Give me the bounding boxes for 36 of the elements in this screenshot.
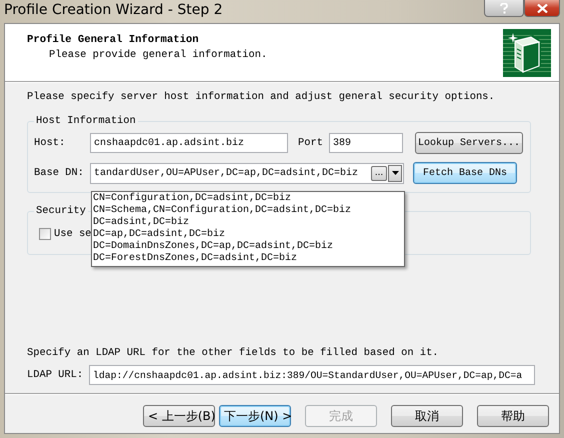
ldap-url-field[interactable]: ldap://cnshaapdc01.ap.adsint.biz:389/OU=StandardUser,OU=APUser,DC=ap,DC=a xyxy=(89,365,535,385)
page-title: Profile General Information xyxy=(27,34,200,46)
help-icon xyxy=(500,2,508,14)
dropdown-option[interactable]: CN=Schema,CN=Configuration,DC=adsint,DC=biz xyxy=(92,205,404,217)
dropdown-option[interactable]: CN=Configuration,DC=adsint,DC=biz xyxy=(92,193,404,205)
base-dn-combo[interactable]: tandardUser,OU=APUser,DC=ap,DC=adsint,DC=biz ... xyxy=(90,162,404,184)
fetch-base-dns-button[interactable]: Fetch Base DNs xyxy=(413,162,517,184)
wizard-button[interactable]: 下一步(N) > xyxy=(219,405,291,427)
field-label: Port xyxy=(298,137,323,149)
host-field[interactable]: cnshaapdc01.ap.adsint.biz xyxy=(90,133,288,153)
port-field[interactable]: 389 xyxy=(328,133,403,153)
field-label: Host: xyxy=(34,137,66,149)
close-button[interactable] xyxy=(524,0,560,17)
checkbox[interactable] xyxy=(39,228,51,240)
wizard-button[interactable]: 取消 xyxy=(391,405,463,427)
dropdown-option[interactable]: DC=ForestDnsZones,DC=adsint,DC=biz xyxy=(92,253,404,265)
lookup-servers-button[interactable]: Lookup Servers... xyxy=(414,132,523,154)
dropdown-option[interactable]: DC=adsint,DC=biz xyxy=(92,217,404,229)
wizard-button[interactable]: < 上一步(B) xyxy=(143,405,215,427)
close-icon xyxy=(536,4,548,12)
page-subtitle: Please provide general information. xyxy=(49,49,268,61)
instructions-text: Please specify server host information and adjust general security options. xyxy=(27,91,495,103)
caret-down-icon xyxy=(392,171,398,175)
server-icon xyxy=(503,29,551,77)
dropdown-button[interactable] xyxy=(388,164,402,182)
dropdown-option[interactable]: DC=DomainDnsZones,DC=ap,DC=adsint,DC=biz xyxy=(92,241,404,253)
help-button[interactable] xyxy=(484,0,524,17)
browse-button[interactable]: ... xyxy=(371,166,387,180)
group-title: Security xyxy=(34,205,88,217)
ldap-hint-text: Specify an LDAP URL for the other fields to be filled based on it. xyxy=(27,347,439,359)
checkbox-label: Use se xyxy=(54,228,92,240)
window-title: Profile Creation Wizard - Step 2 xyxy=(3,1,223,18)
field-label: Base DN: xyxy=(34,167,85,179)
dropdown-option[interactable]: DC=ap,DC=adsint,DC=biz xyxy=(92,229,404,241)
wizard-button[interactable]: 帮助 xyxy=(477,405,549,427)
field-label: LDAP URL: xyxy=(27,369,84,381)
